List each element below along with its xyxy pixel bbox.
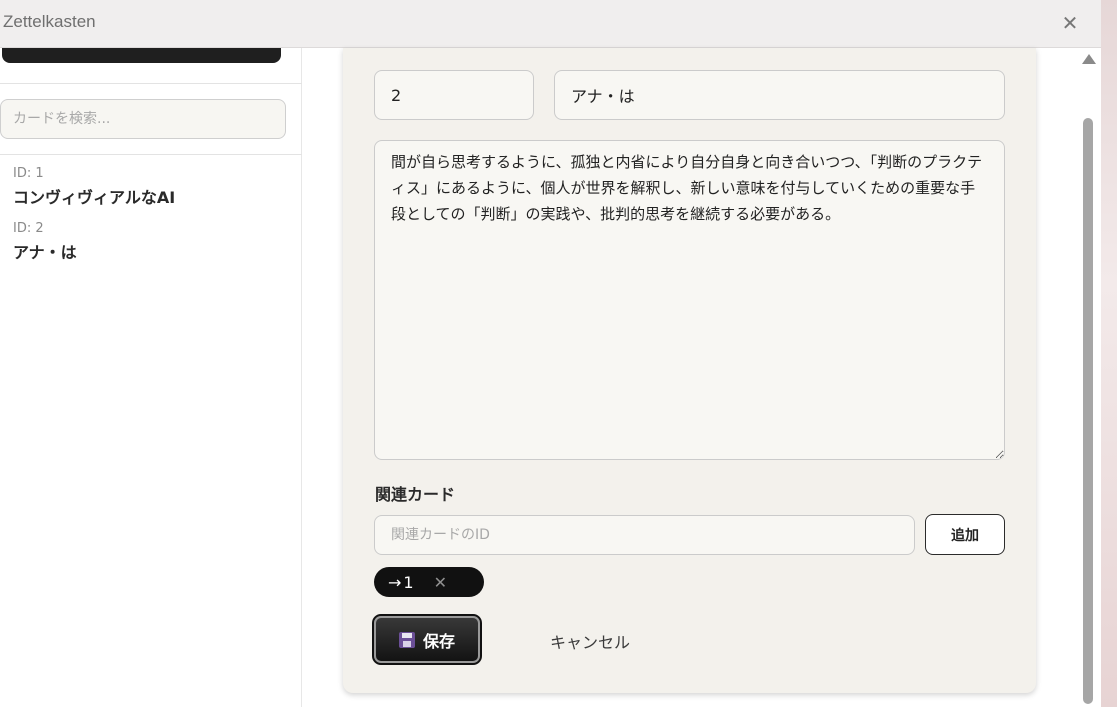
list-item-card-1[interactable]: ID: 1 コンヴィヴィアルなAI <box>13 166 293 208</box>
card-body-textarea[interactable]: 間が自ら思考するように、孤独と内省により自分自身と向き合いつつ、「判断のプラクテ… <box>374 140 1005 460</box>
save-label: 保存 <box>422 631 455 651</box>
scrollbar-thumb[interactable] <box>1083 118 1093 704</box>
card-id: ID: 2 <box>13 221 44 236</box>
card-title: コンヴィヴィアルなAI <box>13 188 176 207</box>
card-title: アナ・は <box>13 243 77 262</box>
chip-label: 1 <box>403 572 414 592</box>
cancel-button[interactable]: キャンセル <box>550 629 630 653</box>
remove-chip-icon[interactable]: ✕ <box>434 573 447 592</box>
list-item-card-2[interactable]: ID: 2 アナ・は <box>13 221 293 263</box>
floppy-disk-icon <box>398 631 415 648</box>
scroll-up-arrow-icon[interactable] <box>1082 54 1096 64</box>
card-id: ID: 1 <box>13 166 44 181</box>
background-strip <box>1101 0 1117 707</box>
main-area: 間が自ら思考するように、孤独と内省により自分自身と向き合いつつ、「判断のプラクテ… <box>302 48 1101 707</box>
arrow-right-icon: → <box>388 572 402 592</box>
scrollbar[interactable] <box>1079 48 1101 707</box>
search-input[interactable] <box>0 99 286 139</box>
title-bar: Zettelkasten ✕ <box>0 0 1101 48</box>
related-cards-heading: 関連カード <box>375 485 456 504</box>
sidebar-new-card-button[interactable] <box>2 48 281 63</box>
app-title: Zettelkasten <box>3 12 96 31</box>
close-icon[interactable]: ✕ <box>1059 12 1081 34</box>
sidebar: ID: 1 コンヴィヴィアルなAI ID: 2 アナ・は <box>0 48 302 707</box>
related-card-chip[interactable]: → 1 ✕ <box>374 567 484 597</box>
divider <box>0 83 302 84</box>
card-id-field[interactable] <box>374 70 534 120</box>
card-title-field[interactable] <box>554 70 1005 120</box>
card-editor-panel: 間が自ら思考するように、孤独と内省により自分自身と向き合いつつ、「判断のプラクテ… <box>343 48 1036 693</box>
save-button[interactable]: 保存 <box>372 614 482 665</box>
add-related-button[interactable]: 追加 <box>925 514 1005 555</box>
divider <box>0 154 302 155</box>
related-card-id-input[interactable] <box>374 515 915 555</box>
